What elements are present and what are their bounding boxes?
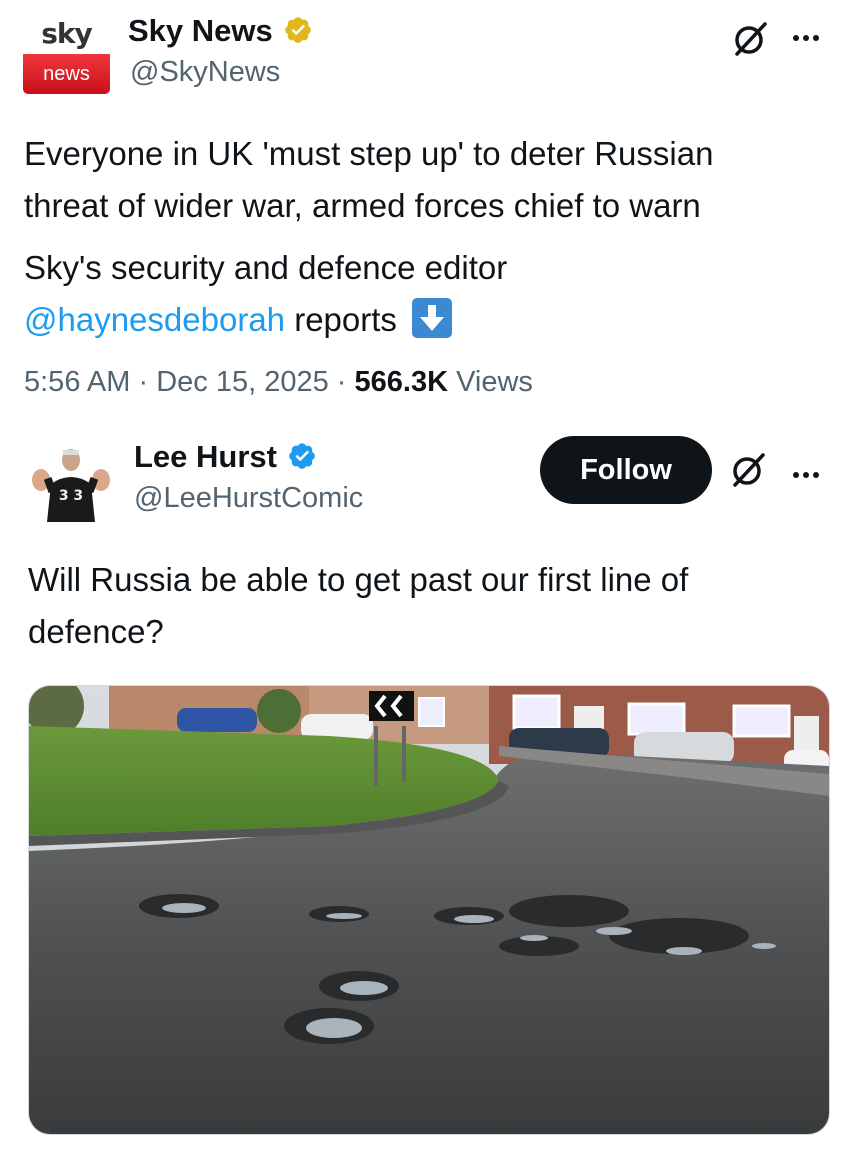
post-image-potholed-road[interactable] (28, 685, 830, 1135)
grok-icon[interactable] (726, 447, 772, 493)
meta-separator: · (138, 366, 149, 398)
post-date[interactable]: Dec 15, 2025 (156, 366, 329, 398)
news-logo-text: news (23, 54, 110, 94)
more-options-icon[interactable] (793, 28, 823, 46)
post1-reports-text: reports (294, 301, 397, 338)
post1-text: Everyone in UK 'must step up' to deter R… (24, 128, 834, 346)
grok-icon[interactable] (728, 16, 774, 62)
post-time[interactable]: 5:56 AM (24, 366, 130, 398)
author-handle[interactable]: @LeeHurstComic (134, 482, 363, 515)
post1-text-line3: Sky's security and defence editor (24, 249, 508, 286)
follow-button[interactable]: Follow (540, 436, 712, 504)
post2-text-line2: defence? (28, 613, 164, 650)
down-arrow-emoji (412, 298, 453, 338)
post1-meta: 5:56 AM · Dec 15, 2025 · 566.3K Views (24, 366, 533, 399)
mention-link[interactable]: @haynesdeborah (24, 301, 285, 338)
road-photo-illustration (29, 686, 829, 1134)
author-name[interactable]: Sky News (128, 13, 273, 48)
post1-text-line2: threat of wider war, armed forces chief … (24, 187, 701, 224)
verified-blue-badge-icon (289, 443, 316, 469)
post2-text-line1: Will Russia be able to get past our firs… (28, 561, 689, 598)
author-name[interactable]: Lee Hurst (134, 439, 277, 474)
post1-text-line4: @haynesdeborah reports (24, 294, 834, 346)
sky-news-avatar[interactable]: sky news (23, 12, 110, 94)
verified-gold-badge-icon (285, 17, 312, 43)
post1-text-line1: Everyone in UK 'must step up' to deter R… (24, 135, 714, 172)
meta-separator: · (336, 366, 347, 398)
post2-text: Will Russia be able to get past our firs… (28, 554, 838, 658)
avatar-shirt-lettering: 3 3 (59, 488, 83, 504)
post2-author-row: Lee Hurst (134, 439, 317, 475)
views-count: 566.3K (354, 366, 449, 398)
views-label: Views (456, 366, 533, 398)
sky-logo-text: sky (23, 12, 110, 54)
lee-hurst-avatar[interactable]: 3 3 (27, 440, 115, 522)
more-options-icon[interactable] (793, 465, 823, 483)
post1-author-row: Sky News (128, 13, 313, 49)
author-handle[interactable]: @SkyNews (130, 56, 280, 89)
